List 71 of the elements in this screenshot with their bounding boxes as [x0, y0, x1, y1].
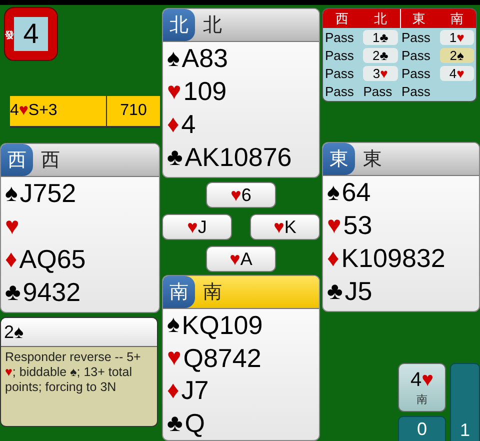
- auction-call[interactable]: Pass: [400, 84, 438, 98]
- contract-badge: 4♥ 南: [398, 363, 446, 412]
- played-card[interactable]: ♥A: [206, 246, 276, 272]
- card-holding: 4: [181, 109, 196, 140]
- auction-column-header: 東: [400, 9, 438, 28]
- card-holding: Q: [184, 408, 205, 440]
- card-holding: Q8742: [183, 342, 262, 374]
- suit-symbol: ♥: [167, 344, 182, 372]
- auction-call[interactable]: 2♣: [363, 48, 398, 62]
- suit-symbol: ♥: [5, 212, 20, 240]
- auction-call[interactable]: Pass: [400, 66, 438, 80]
- card-holding: J752: [20, 178, 76, 209]
- played-card[interactable]: ♥J: [162, 214, 232, 240]
- card-holding: J7: [181, 375, 209, 406]
- suit-symbol: ♠: [167, 311, 180, 340]
- card-holding: 53: [343, 210, 372, 241]
- auction-call[interactable]: Pass: [400, 30, 438, 44]
- auction-call[interactable]: 4♥: [440, 66, 474, 80]
- seat-name: 西: [41, 149, 60, 173]
- card-holding: AQ65: [19, 244, 86, 275]
- auction-call[interactable]: 1♣: [363, 30, 398, 44]
- auction-column-header: 西: [334, 10, 350, 28]
- seat-name: 北: [203, 14, 222, 38]
- seat-badge: 北: [163, 9, 195, 41]
- suit-symbol: ♣: [167, 410, 183, 438]
- seat-badge: 東: [323, 143, 355, 175]
- seat-badge: 西: [1, 144, 33, 176]
- score: 710: [106, 96, 160, 126]
- trick-count: 1: [450, 363, 480, 441]
- auction-call[interactable]: Pass: [323, 48, 362, 62]
- contract-result: 4♥S+3: [10, 101, 58, 121]
- suit-symbol: ♣: [167, 144, 183, 172]
- auction-call[interactable]: Pass: [400, 48, 438, 62]
- card-holding: K109832: [341, 243, 446, 274]
- card-holding: KQ109: [182, 310, 263, 341]
- auction-call[interactable]: Pass: [361, 84, 400, 98]
- explanation-text: Responder reverse -- 5+ ♥; biddable ♠; 13+ total points; forcing to 3N: [4, 349, 142, 396]
- trick-count: 0: [398, 416, 446, 441]
- suit-symbol: ♦: [167, 110, 180, 138]
- card-holding: A83: [182, 43, 228, 74]
- dealer-marker: 發: [5, 29, 14, 42]
- suit-symbol: ♦: [5, 246, 18, 274]
- played-card[interactable]: ♥K: [250, 214, 320, 240]
- suit-symbol: ♣: [327, 278, 343, 306]
- seat-badge: 南: [163, 276, 195, 308]
- board-number: 4: [23, 18, 39, 50]
- suit-symbol: ♦: [327, 244, 340, 272]
- suit-symbol: ♥: [327, 212, 342, 240]
- auction-call[interactable]: Pass: [323, 30, 362, 44]
- played-card[interactable]: ♥6: [206, 182, 276, 208]
- suit-symbol: ♠: [5, 180, 18, 208]
- auction-call[interactable]: 3♥: [363, 66, 398, 80]
- card-holding: J5: [344, 276, 372, 307]
- auction-call[interactable]: 1♥: [440, 30, 474, 44]
- auction-column-header: 南: [449, 10, 464, 28]
- seat-name: 南: [203, 281, 222, 305]
- suit-symbol: ♥: [167, 78, 182, 106]
- auction-call[interactable]: 2♠: [440, 48, 474, 62]
- card-holding: AK10876: [184, 142, 292, 173]
- auction-column-header: 北: [372, 10, 388, 28]
- card-holding: 9432: [22, 277, 81, 308]
- suit-symbol: ♠: [327, 178, 340, 206]
- suit-symbol: ♠: [167, 44, 180, 72]
- seat-name: 東: [363, 148, 382, 172]
- suit-symbol: ♦: [167, 376, 180, 405]
- auction-call[interactable]: Pass: [323, 84, 362, 98]
- suit-symbol: ♣: [5, 278, 21, 306]
- auction-call[interactable]: Pass: [323, 66, 362, 80]
- card-holding: 64: [342, 177, 371, 208]
- explained-call: 2♠: [1, 318, 157, 347]
- card-holding: 109: [183, 76, 227, 107]
